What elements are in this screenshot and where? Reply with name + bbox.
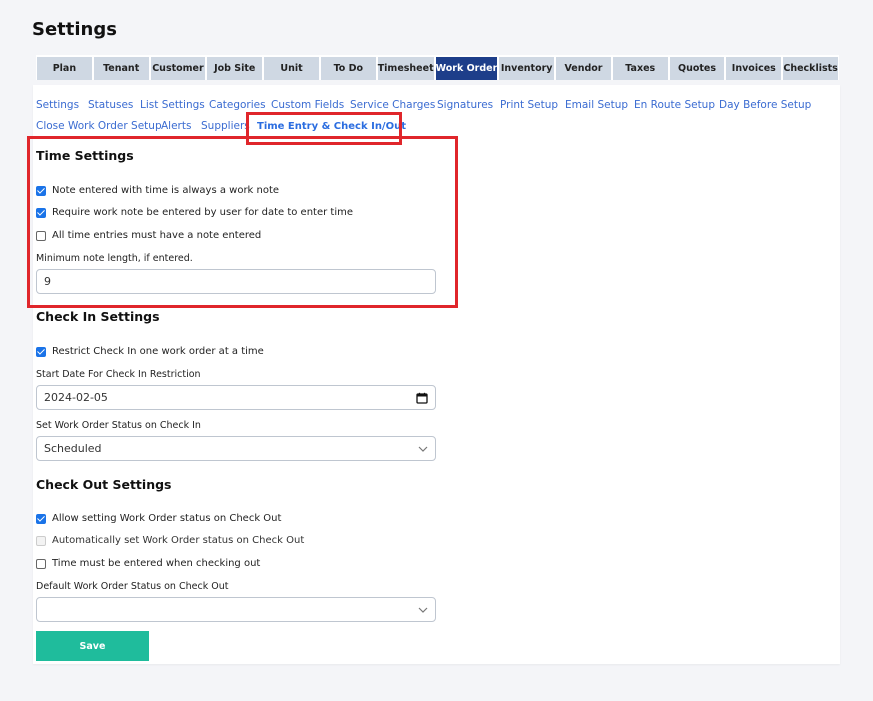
checkbox-label: All time entries must have a note entere… — [52, 230, 262, 241]
check-in-status-label: Set Work Order Status on Check In — [36, 420, 201, 431]
chevron-down-icon — [418, 446, 428, 452]
subnav-statuses[interactable]: Statuses — [88, 99, 133, 111]
tab-job-site[interactable]: Job Site — [207, 57, 263, 80]
all-entries-note-checkbox[interactable] — [36, 230, 46, 241]
subnav-day-before-setup[interactable]: Day Before Setup — [719, 99, 811, 111]
subnav-custom-fields[interactable]: Custom Fields — [271, 99, 344, 111]
subnav-list-settings[interactable]: List Settings — [140, 99, 205, 111]
time-required-check-out-checkbox[interactable] — [36, 558, 46, 569]
checkbox-label: Restrict Check In one work order at a ti… — [52, 346, 264, 357]
subnav-suppliers[interactable]: Suppliers — [201, 120, 250, 132]
checkbox-label: Time must be entered when checking out — [52, 558, 261, 569]
check-in-status-select[interactable]: Scheduled — [36, 436, 436, 461]
tab-work-order[interactable]: Work Order — [435, 57, 498, 80]
time-required-check-out-row: Time must be entered when checking out — [36, 558, 260, 569]
auto-status-check-out-checkbox[interactable] — [36, 535, 46, 546]
select-value: Scheduled — [44, 442, 102, 455]
time-settings-heading: Time Settings — [36, 148, 134, 163]
tab-taxes[interactable]: Taxes — [612, 57, 668, 80]
input-value: 2024-02-05 — [44, 391, 108, 404]
checkbox-label: Require work note be entered by user for… — [52, 207, 353, 218]
restrict-check-in-row: Restrict Check In one work order at a ti… — [36, 346, 264, 357]
subnav-close-work-order-setup[interactable]: Close Work Order Setup — [36, 120, 162, 132]
tab-quotes[interactable]: Quotes — [669, 57, 725, 80]
subnav-alerts[interactable]: Alerts — [161, 120, 191, 132]
tab-inventory[interactable]: Inventory — [499, 57, 555, 80]
save-button[interactable]: Save — [36, 631, 149, 661]
input-value: 9 — [44, 275, 51, 288]
tab-checklists[interactable]: Checklists — [783, 57, 838, 80]
checkbox-label: Allow setting Work Order status on Check… — [52, 513, 282, 524]
tab-invoices[interactable]: Invoices — [726, 57, 782, 80]
start-date-input[interactable]: 2024-02-05 — [36, 385, 436, 410]
tab-customer[interactable]: Customer — [150, 57, 206, 80]
min-note-length-label: Minimum note length, if entered. — [36, 253, 193, 264]
checkbox-label: Automatically set Work Order status on C… — [52, 535, 305, 546]
top-tab-bar: Plan Tenant Customer Job Site Unit To Do… — [36, 55, 839, 80]
min-note-length-input[interactable]: 9 — [36, 269, 436, 294]
allow-status-check-out-row: Allow setting Work Order status on Check… — [36, 513, 281, 524]
subnav-signatures[interactable]: Signatures — [437, 99, 493, 111]
require-work-note-row: Require work note be entered by user for… — [36, 207, 353, 218]
restrict-check-in-checkbox[interactable] — [36, 346, 46, 357]
tab-timesheet[interactable]: Timesheet — [377, 57, 434, 80]
allow-status-check-out-checkbox[interactable] — [36, 513, 46, 524]
subnav-en-route-setup[interactable]: En Route Setup — [634, 99, 715, 111]
tab-unit[interactable]: Unit — [264, 57, 319, 80]
subnav-email-setup[interactable]: Email Setup — [565, 99, 628, 111]
default-status-select[interactable] — [36, 597, 436, 622]
default-status-label: Default Work Order Status on Check Out — [36, 581, 229, 592]
page-title: Settings — [32, 19, 117, 40]
note-is-work-note-checkbox[interactable] — [36, 185, 46, 196]
calendar-icon[interactable] — [416, 392, 428, 404]
all-entries-note-row: All time entries must have a note entere… — [36, 230, 261, 241]
checkbox-label: Note entered with time is always a work … — [52, 185, 280, 196]
tab-vendor[interactable]: Vendor — [556, 57, 611, 80]
note-is-work-note-row: Note entered with time is always a work … — [36, 185, 279, 196]
subnav-settings[interactable]: Settings — [36, 99, 79, 111]
chevron-down-icon — [418, 607, 428, 613]
tab-to-do[interactable]: To Do — [320, 57, 376, 80]
subnav-print-setup[interactable]: Print Setup — [500, 99, 558, 111]
check-in-heading: Check In Settings — [36, 309, 160, 324]
check-out-heading: Check Out Settings — [36, 477, 172, 492]
tab-plan[interactable]: Plan — [37, 57, 92, 80]
tab-tenant[interactable]: Tenant — [93, 57, 149, 80]
subnav-service-charges[interactable]: Service Charges — [350, 99, 435, 111]
require-work-note-checkbox[interactable] — [36, 207, 46, 218]
auto-status-check-out-row: Automatically set Work Order status on C… — [36, 535, 304, 546]
subnav-categories[interactable]: Categories — [209, 99, 266, 111]
start-date-label: Start Date For Check In Restriction — [36, 369, 201, 380]
